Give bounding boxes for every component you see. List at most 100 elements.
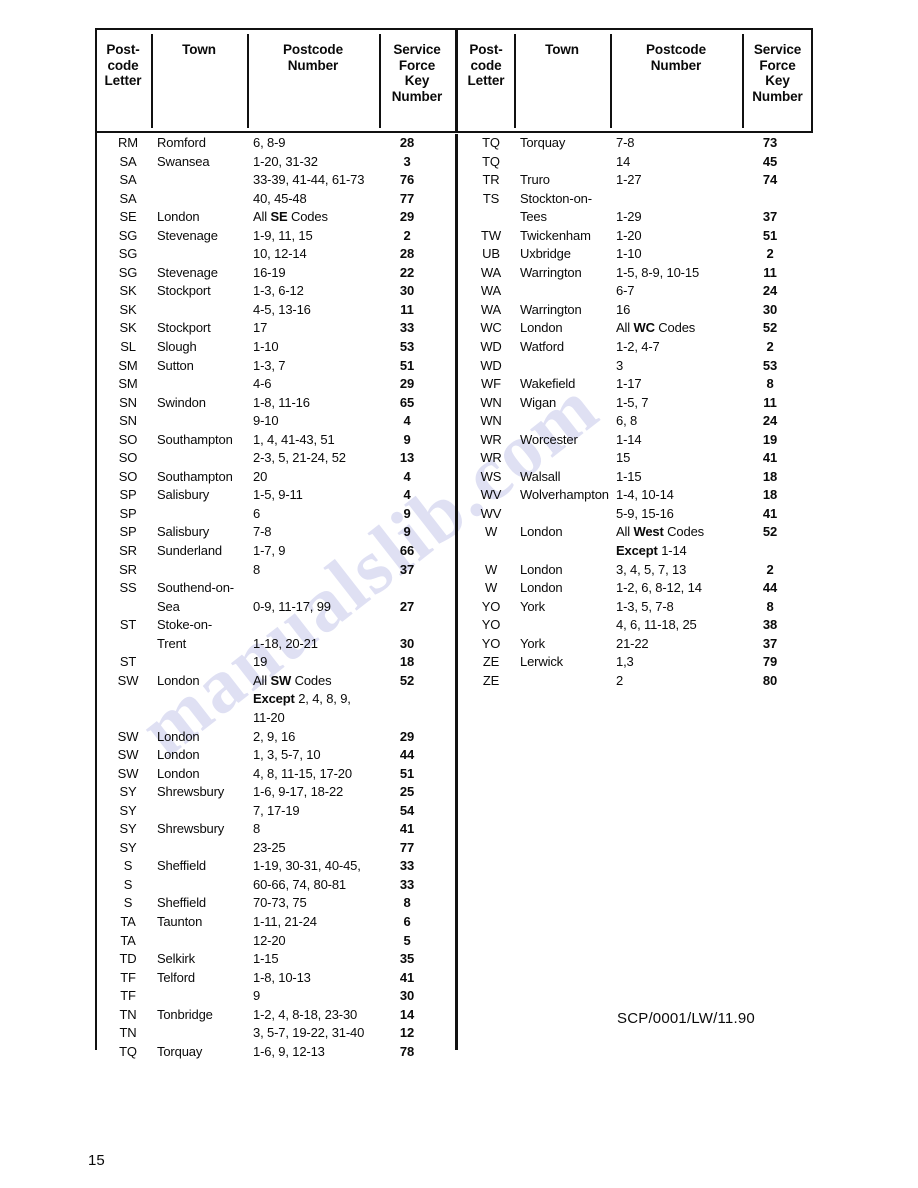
cell-postcode-letter: WA [480, 283, 502, 299]
cell-service-force-key-number: 2 [766, 339, 774, 355]
cell-service-force-key-number: 2 [766, 246, 774, 262]
cell-postcode-number: 12-20 [253, 932, 286, 948]
cell-town: London [520, 561, 563, 577]
cell-postcode-number: 1, 3, 5-7, 10 [253, 747, 321, 763]
cell-postcode-letter: SN [119, 413, 137, 429]
cell-postcode-letter: WS [480, 468, 502, 484]
table-row: TS Stockton-on- [458, 190, 818, 209]
cell-service-force-key-number: 65 [399, 394, 415, 410]
cell-postcode-number: 33-39, 41-44, 61-73 [253, 172, 365, 188]
cell-town: Sunderland [157, 543, 222, 559]
cell-service-force-key-number: 33 [399, 320, 415, 336]
table-row: TD Selkirk 1-15 35 [95, 950, 455, 969]
cell-service-force-key-number: 35 [399, 951, 415, 967]
table-row: SY 23-25 77 [95, 839, 455, 858]
table-row: SY Shrewsbury 8 41 [95, 820, 455, 839]
header-service-force-key-number-left: Service Force Key Number [379, 28, 455, 133]
cell-postcode-letter: TN [119, 1025, 137, 1041]
cell-postcode-letter: ZE [482, 672, 500, 688]
cell-postcode-number: 4, 8, 11-15, 17-20 [253, 765, 352, 781]
cell-postcode-number: 1-5, 7 [616, 394, 649, 410]
cell-postcode-number: 4, 6, 11-18, 25 [616, 617, 697, 633]
cell-postcode-letter: SK [119, 320, 137, 336]
cell-postcode-number: Except 1-14 [616, 543, 687, 559]
cell-service-force-key-number: 30 [399, 635, 415, 651]
cell-postcode-number: 1-18, 20-21 [253, 635, 318, 651]
cell-postcode-letter: S [123, 876, 133, 892]
cell-postcode-number: 1-4, 10-14 [616, 487, 674, 503]
cell-postcode-number: 4-6 [253, 376, 272, 392]
cell-town: Stockport [157, 283, 211, 299]
table-row: WC London All WC Codes 52 [458, 319, 818, 338]
cell-town: Twickenham [520, 227, 591, 243]
table-column-left: RM Romford 6, 8-9 28 SA Swansea 1-20, 31-32 3 SA… [95, 134, 455, 1059]
table-row: SA Swansea 1-20, 31-32 3 [95, 153, 455, 172]
table-row: SK Stockport 1-3, 6-12 30 [95, 282, 455, 301]
header-postcode-number-right: Postcode Number [610, 28, 742, 133]
cell-postcode-letter: W [484, 524, 498, 540]
table-row: SO Southampton 20 4 [95, 468, 455, 487]
cell-town: Swansea [157, 153, 210, 169]
cell-postcode-number: 1-6, 9-17, 18-22 [253, 784, 344, 800]
cell-postcode-letter: WA [480, 264, 502, 280]
cell-town: London [520, 524, 563, 540]
cell-postcode-number: 7-8 [616, 135, 635, 150]
cell-service-force-key-number: 13 [399, 450, 415, 466]
cell-postcode-letter: TQ [482, 135, 500, 150]
table-row: YO York 1-3, 5, 7-8 8 [458, 598, 818, 617]
cell-town: Watford [520, 339, 564, 355]
header-line: Postcode [646, 42, 706, 57]
table-row: TF Telford 1-8, 10-13 41 [95, 969, 455, 988]
cell-service-force-key-number: 9 [403, 431, 411, 447]
cell-town: Sheffield [157, 895, 207, 911]
header-line: Town [182, 42, 216, 57]
cell-postcode-number: 1-3, 6-12 [253, 283, 304, 299]
cell-service-force-key-number: 2 [403, 227, 411, 243]
cell-postcode-number: 6 [253, 505, 261, 521]
cell-town: Warrington [520, 301, 582, 317]
cell-postcode-number: 1-3, 5, 7-8 [616, 598, 674, 614]
cell-postcode-letter: SM [118, 376, 138, 392]
cell-postcode-number: 6, 8-9 [253, 135, 286, 150]
cell-postcode-letter: SA [119, 172, 137, 188]
cell-postcode-letter: TW [481, 227, 501, 243]
header-line: Letter [104, 73, 142, 88]
header-line: Force [398, 57, 436, 73]
cell-postcode-letter: SW [117, 747, 139, 763]
cell-service-force-key-number: 66 [399, 543, 415, 559]
table-row: TN 3, 5-7, 19-22, 31-40 12 [95, 1024, 455, 1043]
cell-service-force-key-number: 24 [762, 413, 778, 429]
table-row: WD Watford 1-2, 4-7 2 [458, 338, 818, 357]
cell-service-force-key-number: 80 [762, 672, 778, 688]
table-row: WS Walsall 1-15 18 [458, 468, 818, 487]
cell-service-force-key-number: 9 [403, 524, 411, 540]
cell-postcode-letter: SO [118, 450, 138, 466]
cell-town: Stevenage [157, 264, 218, 280]
cell-postcode-number: 15 [616, 450, 631, 466]
cell-postcode-letter: TA [120, 913, 136, 929]
table-row: TA 12-20 5 [95, 932, 455, 951]
document-reference: SCP/0001/LW/11.90 [617, 1010, 755, 1027]
table-row: UB Uxbridge 1-10 2 [458, 245, 818, 264]
cell-service-force-key-number: 51 [762, 227, 778, 243]
cell-postcode-letter: SR [119, 561, 137, 577]
table-row: WA 6-7 24 [458, 282, 818, 301]
cell-postcode-letter: SR [119, 543, 137, 559]
table-row: WR Worcester 1-14 19 [458, 431, 818, 450]
cell-service-force-key-number: 44 [399, 747, 415, 763]
cell-postcode-letter: YO [481, 635, 501, 651]
cell-service-force-key-number: 22 [399, 264, 415, 280]
cell-service-force-key-number: 77 [399, 190, 415, 206]
cell-service-force-key-number: 41 [399, 821, 415, 837]
cell-postcode-letter: UB [482, 246, 500, 262]
cell-town: London [157, 209, 200, 225]
cell-town: Lerwick [520, 654, 564, 670]
cell-postcode-letter: SG [118, 264, 138, 280]
cell-postcode-letter: YO [481, 617, 501, 633]
table-row: SY Shrewsbury 1-6, 9-17, 18-22 25 [95, 783, 455, 802]
table-row: TA Taunton 1-11, 21-24 6 [95, 913, 455, 932]
table-row: YO 4, 6, 11-18, 25 38 [458, 616, 818, 635]
cell-service-force-key-number: 8 [766, 598, 774, 614]
header-line: Post- [469, 42, 503, 57]
cell-postcode-number: Except 2, 4, 8, 9, [253, 691, 351, 707]
